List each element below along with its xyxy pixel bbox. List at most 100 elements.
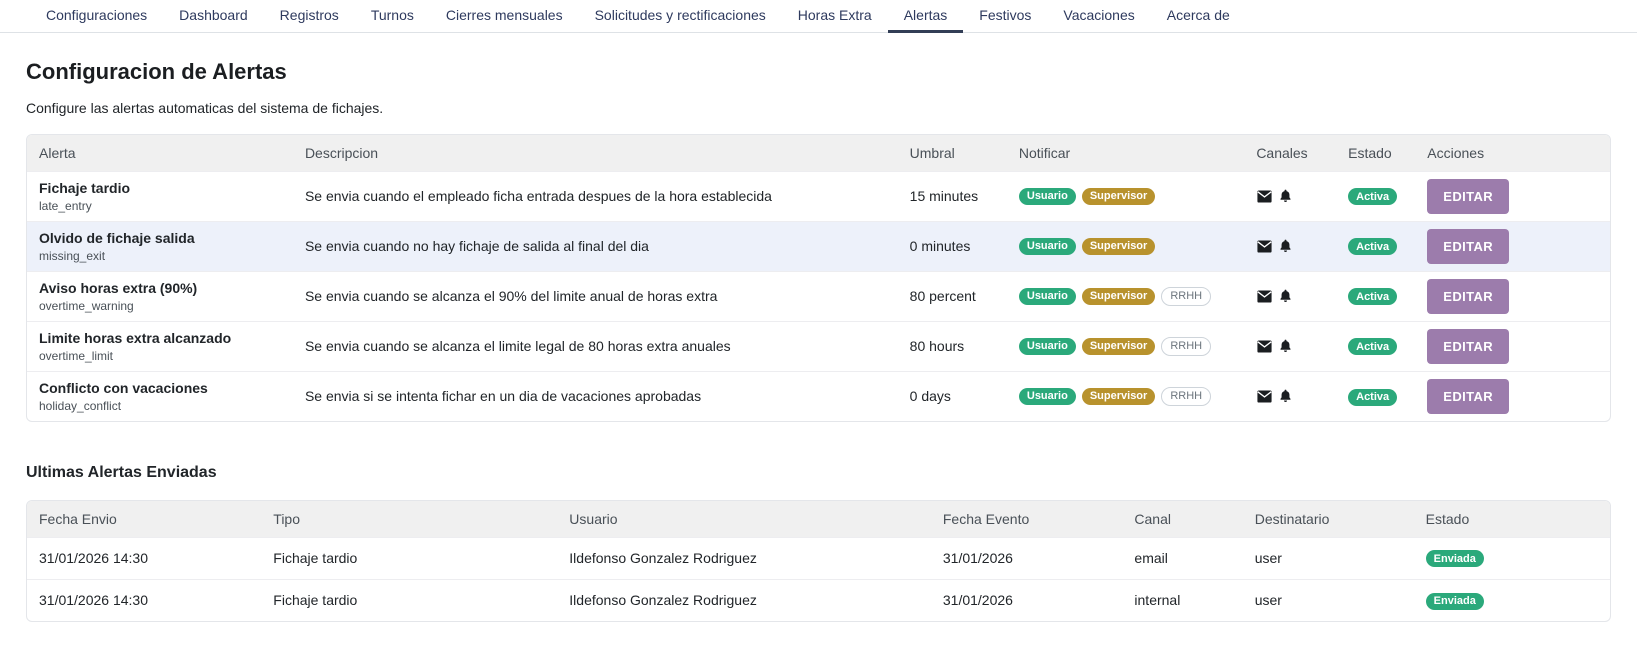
alert-status-cell: Activa	[1336, 221, 1415, 271]
alert-notify-cell: UsuarioSupervisorRRHH	[1007, 371, 1244, 421]
sent-status-cell: Enviada	[1414, 537, 1610, 579]
status-badge-activa: Activa	[1348, 389, 1397, 406]
tab-turnos[interactable]: Turnos	[355, 0, 430, 33]
tab-acerca-de[interactable]: Acerca de	[1151, 0, 1246, 33]
tab-alertas[interactable]: Alertas	[888, 0, 964, 33]
alert-code: overtime_warning	[39, 298, 281, 314]
alert-name-cell: Conflicto con vacacionesholiday_conflict	[27, 371, 293, 421]
column-header-destinatario: Destinatario	[1243, 501, 1414, 537]
column-header-descripcion: Descripcion	[293, 135, 898, 171]
nav-tabs: ConfiguracionesDashboardRegistrosTurnosC…	[30, 0, 1637, 32]
tab-horas-extra[interactable]: Horas Extra	[782, 0, 888, 33]
status-badge-activa: Activa	[1348, 288, 1397, 305]
alert-name: Conflicto con vacaciones	[39, 379, 281, 397]
column-header-acciones: Acciones	[1415, 135, 1610, 171]
mail-icon	[1256, 188, 1273, 205]
tab-cierres-mensuales[interactable]: Cierres mensuales	[430, 0, 579, 33]
alert-status-cell: Activa	[1336, 271, 1415, 321]
alert-channels-cell	[1244, 271, 1336, 321]
bell-icon	[1278, 188, 1293, 204]
alert-threshold: 0 days	[898, 371, 1007, 421]
bell-icon	[1278, 338, 1293, 354]
tab-dashboard[interactable]: Dashboard	[163, 0, 264, 33]
notify-badge-supervisor: Supervisor	[1082, 338, 1155, 355]
tab-registros[interactable]: Registros	[264, 0, 355, 33]
sent-type: Fichaje tardio	[261, 579, 557, 621]
alert-threshold: 80 hours	[898, 321, 1007, 371]
alert-notify-cell: UsuarioSupervisor	[1007, 171, 1244, 221]
alert-name-cell: Aviso horas extra (90%)overtime_warning	[27, 271, 293, 321]
alert-description: Se envia si se intenta fichar en un dia …	[293, 371, 898, 421]
notify-badge-usuario: Usuario	[1019, 238, 1076, 255]
edit-button[interactable]: EDITAR	[1427, 379, 1509, 414]
sent-recipient: user	[1243, 579, 1414, 621]
bell-icon	[1278, 388, 1293, 404]
column-header-umbral: Umbral	[898, 135, 1007, 171]
column-header-tipo: Tipo	[261, 501, 557, 537]
alert-row-missing-exit: Olvido de fichaje salidamissing_exitSe e…	[27, 221, 1610, 271]
column-header-notificar: Notificar	[1007, 135, 1244, 171]
tab-vacaciones[interactable]: Vacaciones	[1047, 0, 1150, 33]
tab-festivos[interactable]: Festivos	[963, 0, 1047, 33]
alert-row-holiday-conflict: Conflicto con vacacionesholiday_conflict…	[27, 371, 1610, 421]
alert-threshold: 80 percent	[898, 271, 1007, 321]
notify-badge-supervisor: Supervisor	[1082, 288, 1155, 305]
sent-type: Fichaje tardio	[261, 537, 557, 579]
notify-badge-rrhh: RRHH	[1161, 287, 1211, 306]
alert-description: Se envia cuando no hay fichaje de salida…	[293, 221, 898, 271]
status-badge-activa: Activa	[1348, 338, 1397, 355]
sent-recipient: user	[1243, 537, 1414, 579]
tab-configuraciones[interactable]: Configuraciones	[30, 0, 163, 33]
main-content: Configuracion de Alertas Configure las a…	[0, 59, 1637, 622]
sent-event-date: 31/01/2026	[931, 579, 1123, 621]
alert-notify-cell: UsuarioSupervisorRRHH	[1007, 321, 1244, 371]
sent-date: 31/01/2026 14:30	[27, 537, 261, 579]
alert-actions-cell: EDITAR	[1415, 271, 1610, 321]
alert-status-cell: Activa	[1336, 171, 1415, 221]
alert-name-cell: Olvido de fichaje salidamissing_exit	[27, 221, 293, 271]
sent-alert-row: 31/01/2026 14:30Fichaje tardioIldefonso …	[27, 537, 1610, 579]
bell-icon	[1278, 238, 1293, 254]
bell-icon	[1278, 288, 1293, 304]
sent-user: Ildefonso Gonzalez Rodriguez	[557, 579, 931, 621]
alert-row-overtime-warning: Aviso horas extra (90%)overtime_warning S…	[27, 271, 1610, 321]
alert-channels-cell	[1244, 171, 1336, 221]
column-header-estado: Estado	[1414, 501, 1610, 537]
page-subtitle: Configure las alertas automaticas del si…	[26, 100, 1611, 116]
status-badge-enviada: Enviada	[1426, 593, 1484, 610]
sent-user: Ildefonso Gonzalez Rodriguez	[557, 537, 931, 579]
alert-channels-cell	[1244, 371, 1336, 421]
status-badge-enviada: Enviada	[1426, 550, 1484, 567]
notify-badge-rrhh: RRHH	[1161, 337, 1211, 356]
alerts-config-table: AlertaDescripcionUmbralNotificarCanalesE…	[26, 134, 1611, 422]
alert-code: overtime_limit	[39, 348, 281, 364]
alert-notify-cell: UsuarioSupervisorRRHH	[1007, 271, 1244, 321]
edit-button[interactable]: EDITAR	[1427, 329, 1509, 364]
column-header-estado: Estado	[1336, 135, 1415, 171]
notify-badge-supervisor: Supervisor	[1082, 238, 1155, 255]
notify-badge-usuario: Usuario	[1019, 188, 1076, 205]
edit-button[interactable]: EDITAR	[1427, 279, 1509, 314]
alert-threshold: 15 minutes	[898, 171, 1007, 221]
sent-event-date: 31/01/2026	[931, 537, 1123, 579]
sent-alerts-title: Ultimas Alertas Enviadas	[26, 464, 1611, 482]
alert-code: late_entry	[39, 198, 281, 214]
sent-alerts-table: Fecha EnvioTipoUsuarioFecha EventoCanalD…	[26, 500, 1611, 622]
alert-description: Se envia cuando el empleado ficha entrad…	[293, 171, 898, 221]
status-badge-activa: Activa	[1348, 188, 1397, 205]
top-nav: ConfiguracionesDashboardRegistrosTurnosC…	[0, 0, 1637, 33]
alert-name-cell: Limite horas extra alcanzadoovertime_lim…	[27, 321, 293, 371]
alert-threshold: 0 minutes	[898, 221, 1007, 271]
column-header-canales: Canales	[1244, 135, 1336, 171]
sent-alert-row: 31/01/2026 14:30Fichaje tardioIldefonso …	[27, 579, 1610, 621]
alert-channels-cell	[1244, 321, 1336, 371]
sent-channel: email	[1122, 537, 1242, 579]
alert-description: Se envia cuando se alcanza el limite leg…	[293, 321, 898, 371]
alert-actions-cell: EDITAR	[1415, 371, 1610, 421]
edit-button[interactable]: EDITAR	[1427, 179, 1509, 214]
column-header-fecha-evento: Fecha Evento	[931, 501, 1123, 537]
mail-icon	[1256, 238, 1273, 255]
alert-row-overtime-limit: Limite horas extra alcanzadoovertime_lim…	[27, 321, 1610, 371]
edit-button[interactable]: EDITAR	[1427, 229, 1509, 264]
tab-solicitudes-y-rectificaciones[interactable]: Solicitudes y rectificaciones	[579, 0, 782, 33]
